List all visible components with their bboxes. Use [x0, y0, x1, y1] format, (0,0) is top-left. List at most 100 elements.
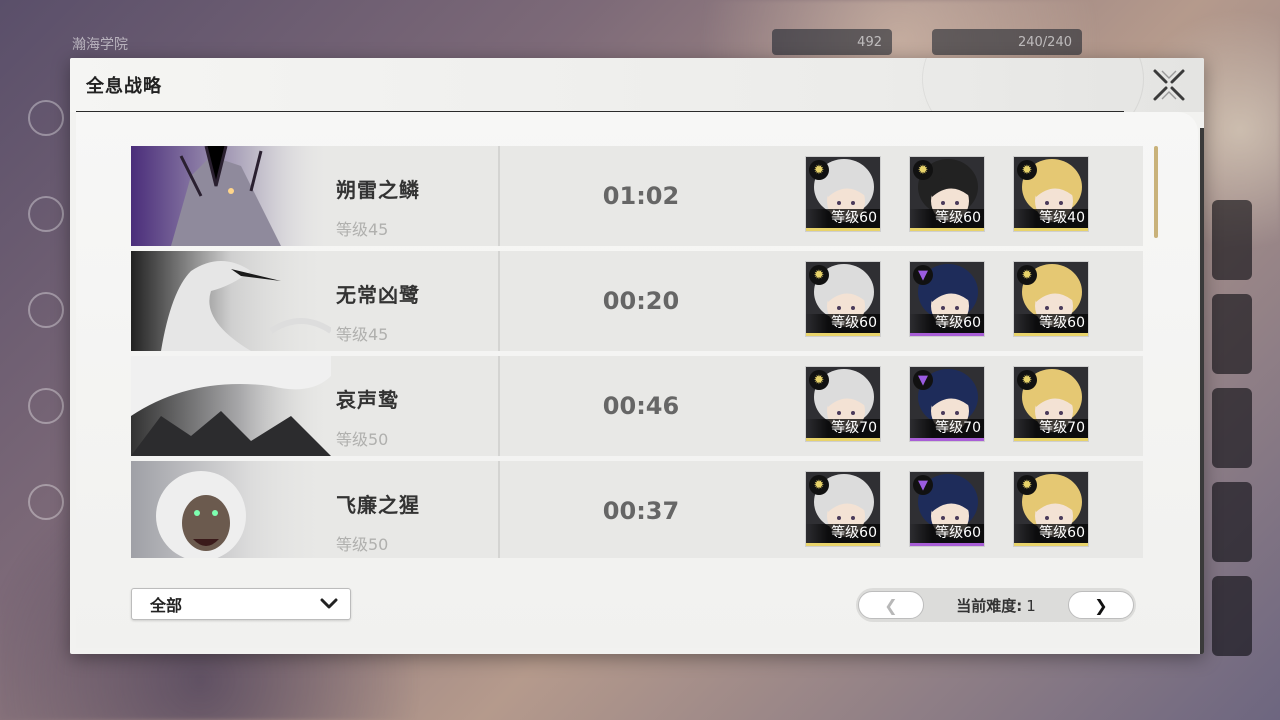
character-level: 等级70 — [806, 419, 880, 438]
row-divider — [498, 251, 500, 351]
character-level: 等级60 — [910, 314, 984, 333]
dialog-content: 朔雷之鳞 等级45 01:02 ✹ 等级60 ✹ 等级60 ✹ 等级40 无常凶鹭 等级45 00:2… — [76, 112, 1198, 648]
character-level: 等级40 — [1014, 209, 1088, 228]
strategy-row[interactable]: 无常凶鹭等级45 00:20 ✹ 等级60 ▼ 等级60 ✹ 等级60 — [131, 251, 1143, 351]
strategy-list: 朔雷之鳞 等级45 01:02 ✹ 等级60 ✹ 等级60 ✹ 等级40 无常凶鹭 等级45 00:2… — [131, 146, 1143, 558]
row-divider — [498, 356, 500, 456]
team-character-card[interactable]: ✹ 等级60 — [805, 471, 881, 547]
character-level: 等级60 — [806, 314, 880, 333]
background-menu-label: 瀚海学院 — [72, 37, 128, 53]
chevron-left-icon: ❮ — [884, 595, 898, 615]
havoc-element-icon: ▼ — [913, 370, 933, 390]
row-divider — [498, 461, 500, 558]
difficulty-pager: ❮ 当前难度: 1 ❯ — [856, 588, 1136, 622]
spectro-element-icon: ✹ — [809, 475, 829, 495]
filter-dropdown[interactable]: 全部 — [131, 588, 351, 620]
rarity-bar — [806, 438, 880, 441]
chevron-down-icon — [320, 598, 338, 609]
clear-time: 00:37 — [602, 497, 680, 525]
rarity-bar — [806, 333, 880, 336]
scrollbar-thumb[interactable] — [1154, 146, 1158, 238]
rarity-bar — [1014, 228, 1088, 231]
boss-level: 等级45 — [336, 220, 389, 239]
boss-portrait — [131, 146, 331, 246]
boss-portrait — [131, 356, 331, 456]
clear-time: 00:46 — [602, 392, 680, 420]
spectro-element-icon: ✹ — [1017, 370, 1037, 390]
team-lineup: ✹ 等级60 ▼ 等级60 ✹ 等级60 — [805, 261, 1089, 337]
holographic-strategy-dialog: 全息战略 朔雷之鳞 等级45 01:02 ✹ 等级60 ✹ 等级60 ✹ 等级40 无常凶鹭 等级4… — [70, 58, 1204, 654]
rarity-bar — [806, 543, 880, 546]
team-character-card[interactable]: ✹ 等级60 — [1013, 471, 1089, 547]
next-difficulty-button[interactable]: ❯ — [1068, 591, 1134, 619]
team-character-card[interactable]: ✹ 等级60 — [1013, 261, 1089, 337]
spectro-element-icon: ✹ — [809, 370, 829, 390]
difficulty-value: 1 — [1026, 596, 1036, 615]
character-level: 等级60 — [1014, 314, 1088, 333]
team-character-card[interactable]: ▼ 等级60 — [909, 471, 985, 547]
background-currency-1: 492 — [772, 29, 892, 55]
rarity-bar — [910, 438, 984, 441]
dialog-title: 全息战略 — [86, 76, 162, 97]
team-character-card[interactable]: ✹ 等级60 — [909, 156, 985, 232]
chevron-right-icon: ❯ — [1094, 595, 1108, 615]
boss-name: 朔雷之鳞 — [336, 178, 420, 202]
team-character-card[interactable]: ▼ 等级60 — [909, 261, 985, 337]
boss-level: 等级50 — [336, 535, 389, 554]
spectro-element-icon: ✹ — [913, 160, 933, 180]
clear-time: 01:02 — [602, 182, 680, 210]
boss-name: 无常凶鹭 — [336, 283, 420, 307]
filter-selected-label: 全部 — [150, 596, 183, 615]
list-scrollbar[interactable] — [1154, 146, 1158, 558]
rarity-bar — [1014, 438, 1088, 441]
spectro-element-icon: ✹ — [1017, 475, 1037, 495]
close-button[interactable] — [1152, 68, 1186, 102]
boss-portrait — [131, 461, 331, 558]
prev-difficulty-button[interactable]: ❮ — [858, 591, 924, 619]
rarity-bar — [1014, 333, 1088, 336]
row-divider — [498, 146, 500, 246]
team-lineup: ✹ 等级60 ✹ 等级60 ✹ 等级40 — [805, 156, 1089, 232]
background-left-nav — [28, 100, 68, 580]
team-character-card[interactable]: ✹ 等级60 — [805, 156, 881, 232]
character-level: 等级60 — [910, 524, 984, 543]
rarity-bar — [806, 228, 880, 231]
spectro-element-icon: ✹ — [1017, 160, 1037, 180]
strategy-row[interactable]: 朔雷之鳞等级45 01:02 ✹ 等级60 ✹ 等级60 ✹ 等级40 — [131, 146, 1143, 246]
team-character-card[interactable]: ✹ 等级70 — [1013, 366, 1089, 442]
boss-level: 等级50 — [336, 430, 389, 449]
spectro-element-icon: ✹ — [809, 160, 829, 180]
character-level: 等级70 — [1014, 419, 1088, 438]
character-level: 等级60 — [806, 209, 880, 228]
rarity-bar — [910, 543, 984, 546]
boss-portrait — [131, 251, 331, 351]
team-character-card[interactable]: ▼ 等级70 — [909, 366, 985, 442]
rarity-bar — [910, 333, 984, 336]
rarity-bar — [910, 228, 984, 231]
dialog-header: 全息战略 — [70, 58, 1204, 160]
rarity-bar — [1014, 543, 1088, 546]
boss-name: 哀声鸷 — [336, 388, 399, 412]
team-lineup: ✹ 等级60 ▼ 等级60 ✹ 等级60 — [805, 471, 1089, 547]
team-character-card[interactable]: ✹ 等级40 — [1013, 156, 1089, 232]
boss-name: 飞廉之猩 — [336, 493, 420, 517]
background-side-cards — [1212, 200, 1252, 670]
team-character-card[interactable]: ✹ 等级70 — [805, 366, 881, 442]
team-lineup: ✹ 等级70 ▼ 等级70 ✹ 等级70 — [805, 366, 1089, 442]
team-character-card[interactable]: ✹ 等级60 — [805, 261, 881, 337]
spectro-element-icon: ✹ — [1017, 265, 1037, 285]
difficulty-label: 当前难度: 1 — [956, 596, 1036, 615]
strategy-row[interactable]: 哀声鸷等级50 00:46 ✹ 等级70 ▼ 等级70 ✹ 等级70 — [131, 356, 1143, 456]
close-icon — [1153, 69, 1185, 101]
clear-time: 00:20 — [602, 287, 680, 315]
character-level: 等级60 — [806, 524, 880, 543]
havoc-element-icon: ▼ — [913, 475, 933, 495]
character-level: 等级60 — [910, 209, 984, 228]
havoc-element-icon: ▼ — [913, 265, 933, 285]
character-level: 等级70 — [910, 419, 984, 438]
strategy-row[interactable]: 飞廉之猩等级50 00:37 ✹ 等级60 ▼ 等级60 ✹ 等级60 — [131, 461, 1143, 558]
boss-level: 等级45 — [336, 325, 389, 344]
background-currency-2: 240/240 — [932, 29, 1082, 55]
spectro-element-icon: ✹ — [809, 265, 829, 285]
character-level: 等级60 — [1014, 524, 1088, 543]
